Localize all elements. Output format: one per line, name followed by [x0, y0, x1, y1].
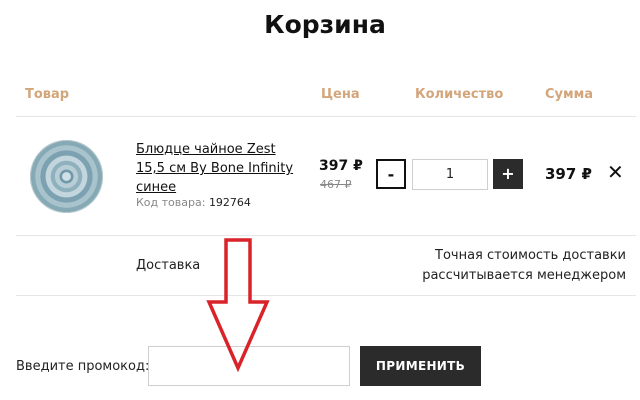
- column-header-price: Цена: [321, 87, 360, 102]
- page-title: Корзина: [264, 10, 386, 39]
- promo-label: Введите промокод:: [16, 359, 150, 374]
- quantity-input[interactable]: [412, 159, 488, 190]
- product-image[interactable]: [30, 140, 103, 213]
- delivery-note-line-1: Точная стоимость доставки: [435, 248, 626, 263]
- header-divider: [16, 116, 636, 117]
- column-header-product: Товар: [25, 87, 70, 102]
- product-name-link[interactable]: Блюдце чайное Zest 15,5 см By Bone Infin…: [136, 140, 306, 197]
- price-old: 467 ₽: [320, 178, 352, 191]
- item-divider: [16, 235, 636, 236]
- column-header-total: Сумма: [545, 87, 594, 102]
- column-header-quantity: Количество: [415, 87, 504, 102]
- product-sku: Код товара: 192764: [136, 196, 251, 209]
- remove-item-button[interactable]: ✕: [607, 161, 624, 183]
- down-arrow-icon: [206, 238, 270, 372]
- price-current: 397 ₽: [319, 158, 363, 174]
- delivery-label: Доставка: [136, 258, 201, 273]
- sku-value: 192764: [208, 196, 251, 209]
- apply-promo-button[interactable]: ПРИМЕНИТЬ: [360, 346, 481, 386]
- delivery-note: Точная стоимость доставки рассчитывается…: [422, 246, 626, 286]
- close-icon: ✕: [607, 160, 624, 184]
- quantity-decrease-button[interactable]: -: [376, 159, 406, 189]
- sku-label: Код товара:: [136, 196, 206, 209]
- line-total: 397 ₽: [545, 165, 592, 183]
- quantity-increase-button[interactable]: +: [493, 159, 523, 189]
- delivery-divider: [16, 295, 636, 296]
- delivery-note-line-2: рассчитывается менеджером: [422, 268, 626, 283]
